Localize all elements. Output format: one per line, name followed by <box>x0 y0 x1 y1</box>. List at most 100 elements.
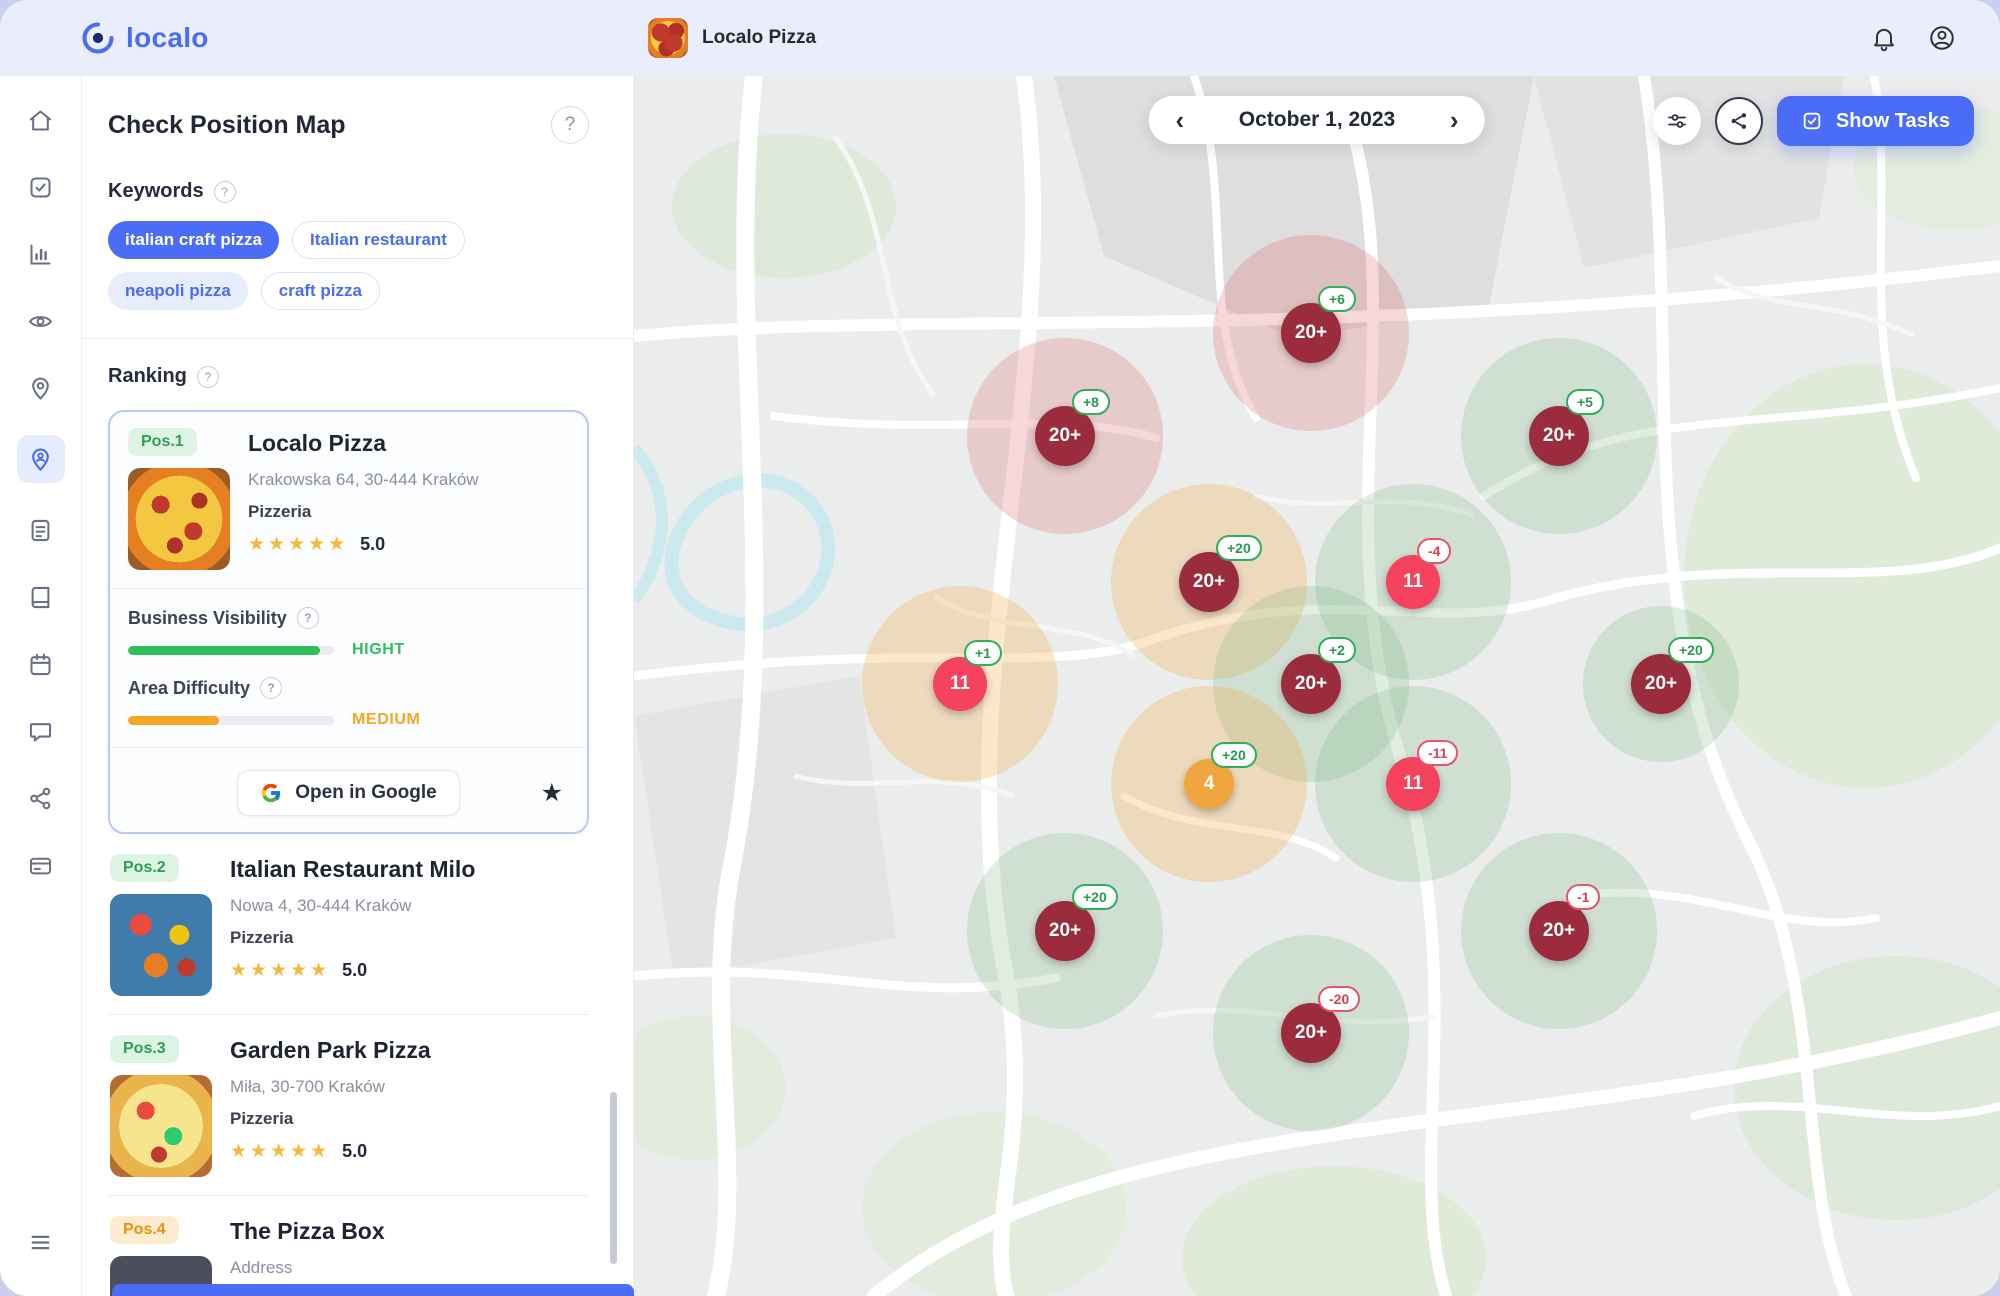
sidebar-item-reviews[interactable] <box>21 301 61 341</box>
map-position-marker[interactable]: 4+20 <box>1184 759 1234 809</box>
brand-logo[interactable]: localo <box>80 20 209 56</box>
business-name-label: Localo Pizza <box>702 27 816 49</box>
position-badge: Pos.1 <box>128 428 197 456</box>
sidebar-item-home[interactable] <box>21 100 61 140</box>
map-area[interactable]: 20++620++820++520++2011-411+120++220++20… <box>634 76 2000 1296</box>
app-window: localo Localo Pizza <box>0 0 2000 1296</box>
filter-sliders-icon <box>1665 109 1689 133</box>
sidebar-item-tasks[interactable] <box>21 167 61 207</box>
map-position-marker[interactable]: 20++20 <box>1035 901 1095 961</box>
keywords-label: Keywords <box>108 180 204 203</box>
rating-value: 5.0 <box>360 534 385 555</box>
sidebar-item-billing[interactable] <box>21 845 61 885</box>
bottom-banner-edge <box>112 1284 634 1296</box>
marker-value: 4 <box>1204 773 1215 795</box>
sidebar-item-share[interactable] <box>21 778 61 818</box>
position-badge: Pos.4 <box>110 1216 179 1244</box>
map-position-marker[interactable]: 20++20 <box>1179 552 1239 612</box>
current-business[interactable]: Localo Pizza <box>648 18 816 58</box>
marker-value: 11 <box>950 673 970 695</box>
marker-delta-badge: +20 <box>1216 535 1262 561</box>
marker-value: 20+ <box>1049 425 1081 447</box>
divider <box>110 747 587 748</box>
marker-delta-badge: +2 <box>1318 637 1356 663</box>
keyword-chip[interactable]: neapoli pizza <box>108 272 248 310</box>
business-name: Garden Park Pizza <box>230 1037 431 1064</box>
marker-delta-badge: +6 <box>1318 286 1356 312</box>
keyword-chip[interactable]: craft pizza <box>261 272 380 310</box>
business-name: The Pizza Box <box>230 1218 385 1245</box>
menu-hamburger-icon <box>27 1229 54 1256</box>
page-title: Check Position Map <box>108 111 346 140</box>
map-position-marker[interactable]: 11+1 <box>933 657 987 711</box>
filter-button[interactable] <box>1653 97 1701 145</box>
open-in-google-button[interactable]: Open in Google <box>237 770 459 816</box>
star-rating-icons: ★★★★★ <box>230 959 330 982</box>
open-in-google-label: Open in Google <box>295 782 436 804</box>
next-date-button[interactable]: › <box>1437 103 1471 137</box>
sidebar-item-stats[interactable] <box>21 234 61 274</box>
bell-icon[interactable] <box>1870 24 1898 52</box>
map-position-marker[interactable]: 20++5 <box>1529 406 1589 466</box>
calendar-icon <box>27 651 54 678</box>
business-name: Localo Pizza <box>248 430 479 457</box>
panel-scrollbar[interactable] <box>610 1092 617 1264</box>
favorite-star-icon[interactable]: ★ <box>541 778 563 808</box>
stats-chart-icon <box>27 241 54 268</box>
marker-value: 11 <box>1403 571 1423 593</box>
difficulty-value: MEDIUM <box>352 711 420 729</box>
sidebar-item-menu[interactable] <box>21 1222 61 1262</box>
map-position-marker[interactable]: 20++6 <box>1281 303 1341 363</box>
help-icon[interactable]: ? <box>551 106 589 144</box>
business-name: Italian Restaurant Milo <box>230 856 475 883</box>
ranking-card-pos3[interactable]: Pos.3 Garden Park Pizza Miła, 30-700 Kra… <box>108 1015 589 1196</box>
sidebar-item-citations[interactable] <box>21 577 61 617</box>
keyword-chip[interactable]: Italian restaurant <box>292 221 465 259</box>
account-icon[interactable] <box>1928 24 1956 52</box>
map-position-marker[interactable]: 11-11 <box>1386 757 1440 811</box>
ranking-card-pos4[interactable]: Pos.4 The Pizza Box Address <box>108 1196 589 1296</box>
visibility-value: HIGHT <box>352 641 405 659</box>
business-category: Pizzeria <box>248 502 479 522</box>
sidebar-item-chat[interactable] <box>21 711 61 751</box>
sidebar-item-calendar[interactable] <box>21 644 61 684</box>
left-panel: Check Position Map ? Keywords ? italian … <box>82 76 634 1296</box>
marker-value: 20+ <box>1543 425 1575 447</box>
reviews-eye-icon <box>27 308 54 335</box>
marker-delta-badge: +1 <box>964 640 1002 666</box>
marker-delta-badge: +20 <box>1668 637 1714 663</box>
business-avatar <box>648 18 688 58</box>
map-position-marker[interactable]: 20++8 <box>1035 406 1095 466</box>
sidebar-item-posts[interactable] <box>21 510 61 550</box>
marker-delta-badge: -11 <box>1417 740 1458 766</box>
ranking-card-pos2[interactable]: Pos.2 Italian Restaurant Milo Nowa 4, 30… <box>108 834 589 1015</box>
brand-name: localo <box>126 22 209 54</box>
marker-value: 20+ <box>1295 1022 1327 1044</box>
posts-document-icon <box>27 517 54 544</box>
divider <box>82 338 633 339</box>
show-tasks-button[interactable]: Show Tasks <box>1777 96 1974 146</box>
map-position-marker[interactable]: 20++20 <box>1631 654 1691 714</box>
sidebar-item-position-map[interactable] <box>17 435 65 483</box>
ranking-card-pos1[interactable]: Pos.1 Localo Pizza Krakowska 64, 30-444 … <box>108 410 589 834</box>
help-icon[interactable]: ? <box>297 607 319 629</box>
prev-date-button[interactable]: ‹ <box>1163 103 1197 137</box>
position-pin-icon <box>27 375 54 402</box>
help-icon[interactable]: ? <box>260 677 282 699</box>
map-position-marker[interactable]: 20++2 <box>1281 654 1341 714</box>
marker-delta-badge: -20 <box>1318 986 1360 1012</box>
sidebar-item-position-check[interactable] <box>21 368 61 408</box>
date-navigator: ‹ October 1, 2023 › <box>1149 96 1485 144</box>
help-icon[interactable]: ? <box>197 366 219 388</box>
map-position-marker[interactable]: 20+-1 <box>1529 901 1589 961</box>
keyword-chip[interactable]: italian craft pizza <box>108 221 279 259</box>
show-tasks-label: Show Tasks <box>1836 110 1950 133</box>
business-photo <box>110 1075 212 1177</box>
share-button[interactable] <box>1715 97 1763 145</box>
help-icon[interactable]: ? <box>214 181 236 203</box>
marker-value: 20+ <box>1193 571 1225 593</box>
map-position-marker[interactable]: 11-4 <box>1386 555 1440 609</box>
marker-value: 20+ <box>1295 673 1327 695</box>
map-position-marker[interactable]: 20+-20 <box>1281 1003 1341 1063</box>
map-markers-layer: 20++620++820++520++2011-411+120++220++20… <box>634 76 2000 1296</box>
